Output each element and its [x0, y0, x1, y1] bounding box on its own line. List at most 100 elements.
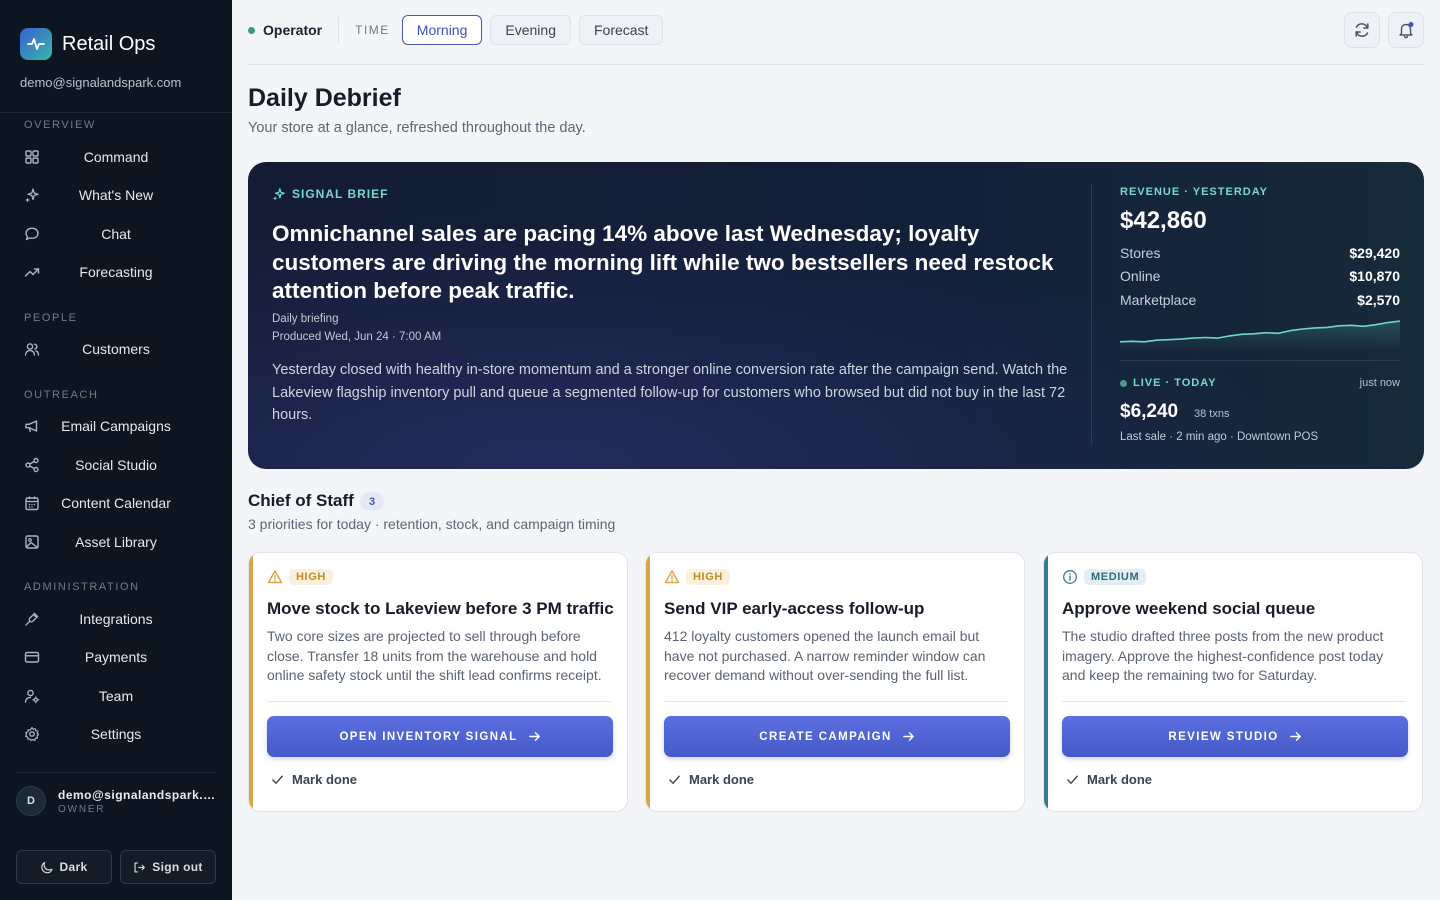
button-label: CREATE CAMPAIGN: [759, 730, 892, 743]
live-label: LIVE · TODAY: [1120, 377, 1217, 389]
arrow-right-icon: [528, 732, 540, 741]
divider: [664, 701, 1008, 702]
priority-accent: [249, 553, 253, 811]
tab-forecast[interactable]: Forecast: [578, 15, 664, 45]
check-icon: [1067, 775, 1078, 784]
live-transactions: 38 txns: [1194, 408, 1230, 420]
hero-body: Yesterday closed with healthy in-store m…: [272, 362, 1068, 423]
divider: [267, 701, 611, 702]
priority-badge: MEDIUM: [1084, 569, 1147, 585]
moon-icon: [40, 861, 53, 873]
mark-done-button[interactable]: Mark done: [1066, 772, 1152, 787]
card-title: Send VIP early-access follow-up: [664, 599, 925, 618]
priority-count-badge: 3: [360, 492, 384, 511]
revenue-row-value: $10,870: [1349, 268, 1400, 284]
avatar: D: [16, 786, 46, 816]
sidebar-item-content-calendar[interactable]: Content Calendar: [0, 485, 232, 521]
priority-card: HIGH Move stock to Lakeview before 3 PM …: [248, 552, 628, 812]
refresh-button[interactable]: [1344, 12, 1380, 48]
priority-row: HIGH: [267, 569, 333, 585]
sign-out-label: Sign out: [152, 860, 203, 874]
dark-mode-button[interactable]: Dark: [16, 850, 112, 884]
revenue-row-online: Online $10,870: [1120, 268, 1400, 284]
open-inventory-signal-button[interactable]: OPEN INVENTORY SIGNAL: [267, 716, 613, 757]
tab-evening[interactable]: Evening: [490, 15, 571, 45]
sidebar-item-integrations[interactable]: Integrations: [0, 601, 232, 637]
divider: [1062, 701, 1406, 702]
create-campaign-button[interactable]: CREATE CAMPAIGN: [664, 716, 1010, 757]
account-email: demo@signalandspark.com: [20, 75, 182, 90]
divider: [1120, 360, 1400, 361]
user-profile[interactable]: D demo@signalandspark.com OWNER: [16, 786, 216, 816]
revenue-total: $42,860: [1120, 207, 1207, 234]
calendar-icon: [25, 496, 39, 511]
sidebar-item-team[interactable]: Team: [0, 678, 232, 714]
user-role: OWNER: [58, 803, 106, 815]
card-title: Approve weekend social queue: [1062, 599, 1316, 618]
operator-label: Operator: [263, 22, 323, 38]
priority-badge: HIGH: [686, 569, 730, 585]
gear-icon: [25, 726, 40, 742]
image-icon: [25, 535, 39, 549]
revenue-row-label: Stores: [1120, 245, 1161, 261]
mark-done-button[interactable]: Mark done: [668, 772, 754, 787]
review-studio-button[interactable]: REVIEW STUDIO: [1062, 716, 1408, 757]
live-updated-time: just now: [1359, 377, 1400, 389]
signal-brief-label: SIGNAL BRIEF: [292, 187, 389, 201]
button-label: OPEN INVENTORY SIGNAL: [339, 730, 518, 743]
share-icon: [25, 457, 39, 473]
sparkle-icon: [272, 188, 285, 201]
check-icon: [272, 775, 283, 784]
chief-of-staff-title: Chief of Staff: [248, 491, 354, 510]
dark-mode-label: Dark: [59, 860, 88, 874]
section-label-administration: ADMINISTRATION: [24, 581, 140, 593]
operator-indicator[interactable]: Operator: [248, 22, 322, 38]
priority-badge: HIGH: [289, 569, 333, 585]
notification-dot: [1408, 22, 1414, 27]
grid-icon: [25, 150, 39, 164]
tab-morning[interactable]: Morning: [401, 15, 483, 45]
card-body: Two core sizes are projected to sell thr…: [267, 628, 602, 683]
chat-bubble-icon: [25, 227, 39, 241]
revenue-row-stores: Stores $29,420: [1120, 245, 1400, 261]
section-label-outreach: OUTREACH: [24, 389, 99, 401]
live-dot: [1120, 379, 1127, 387]
card-body: The studio drafted three posts from the …: [1062, 628, 1384, 683]
signal-brief-hero: SIGNAL BRIEF Omnichannel sales are pacin…: [248, 162, 1424, 469]
notifications-button[interactable]: [1388, 12, 1424, 48]
sidebar-item-asset-library[interactable]: Asset Library: [0, 524, 232, 560]
priority-row: MEDIUM: [1062, 569, 1147, 585]
sidebar-item-chat[interactable]: Chat: [0, 216, 232, 252]
divider: [338, 17, 340, 43]
divider: [1091, 184, 1092, 446]
arrow-right-icon: [902, 732, 914, 741]
priority-accent: [1044, 553, 1048, 811]
revenue-row-label: Online: [1120, 268, 1161, 284]
sidebar-item-email-campaigns[interactable]: Email Campaigns: [0, 408, 232, 444]
section-label-people: PEOPLE: [24, 312, 78, 324]
sidebar-item-customers[interactable]: Customers: [0, 331, 232, 367]
sidebar-item-forecasting[interactable]: Forecasting: [0, 254, 232, 290]
plug-icon: [25, 612, 39, 626]
chief-of-staff-subtitle: 3 priorities for today · retention, stoc…: [248, 516, 616, 532]
sidebar-item-settings[interactable]: Settings: [0, 716, 232, 752]
divider: [248, 64, 1424, 65]
hero-headline: Omnichannel sales are pacing 14% above l…: [272, 221, 1054, 303]
priority-accent: [646, 553, 650, 811]
brand[interactable]: Retail Ops: [20, 28, 155, 60]
live-label-text: LIVE · TODAY: [1133, 377, 1217, 389]
mark-done-label: Mark done: [689, 772, 755, 787]
user-gear-icon: [24, 689, 40, 704]
revenue-label: REVENUE · YESTERDAY: [1120, 186, 1268, 198]
live-last-sale: Last sale · 2 min ago · Downtown POS: [1120, 431, 1319, 443]
mark-done-button[interactable]: Mark done: [271, 772, 357, 787]
sidebar-item-command[interactable]: Command: [0, 139, 232, 175]
sidebar-divider: [16, 772, 216, 773]
priority-card: MEDIUM Approve weekend social queue The …: [1043, 552, 1423, 812]
pulse-logo-icon: [20, 28, 52, 60]
sidebar-item-whats-new[interactable]: What's New: [0, 177, 232, 213]
sign-out-button[interactable]: Sign out: [120, 850, 216, 884]
sidebar-item-social-studio[interactable]: Social Studio: [0, 447, 232, 483]
sidebar-item-payments[interactable]: Payments: [0, 639, 232, 675]
mark-done-label: Mark done: [292, 772, 358, 787]
